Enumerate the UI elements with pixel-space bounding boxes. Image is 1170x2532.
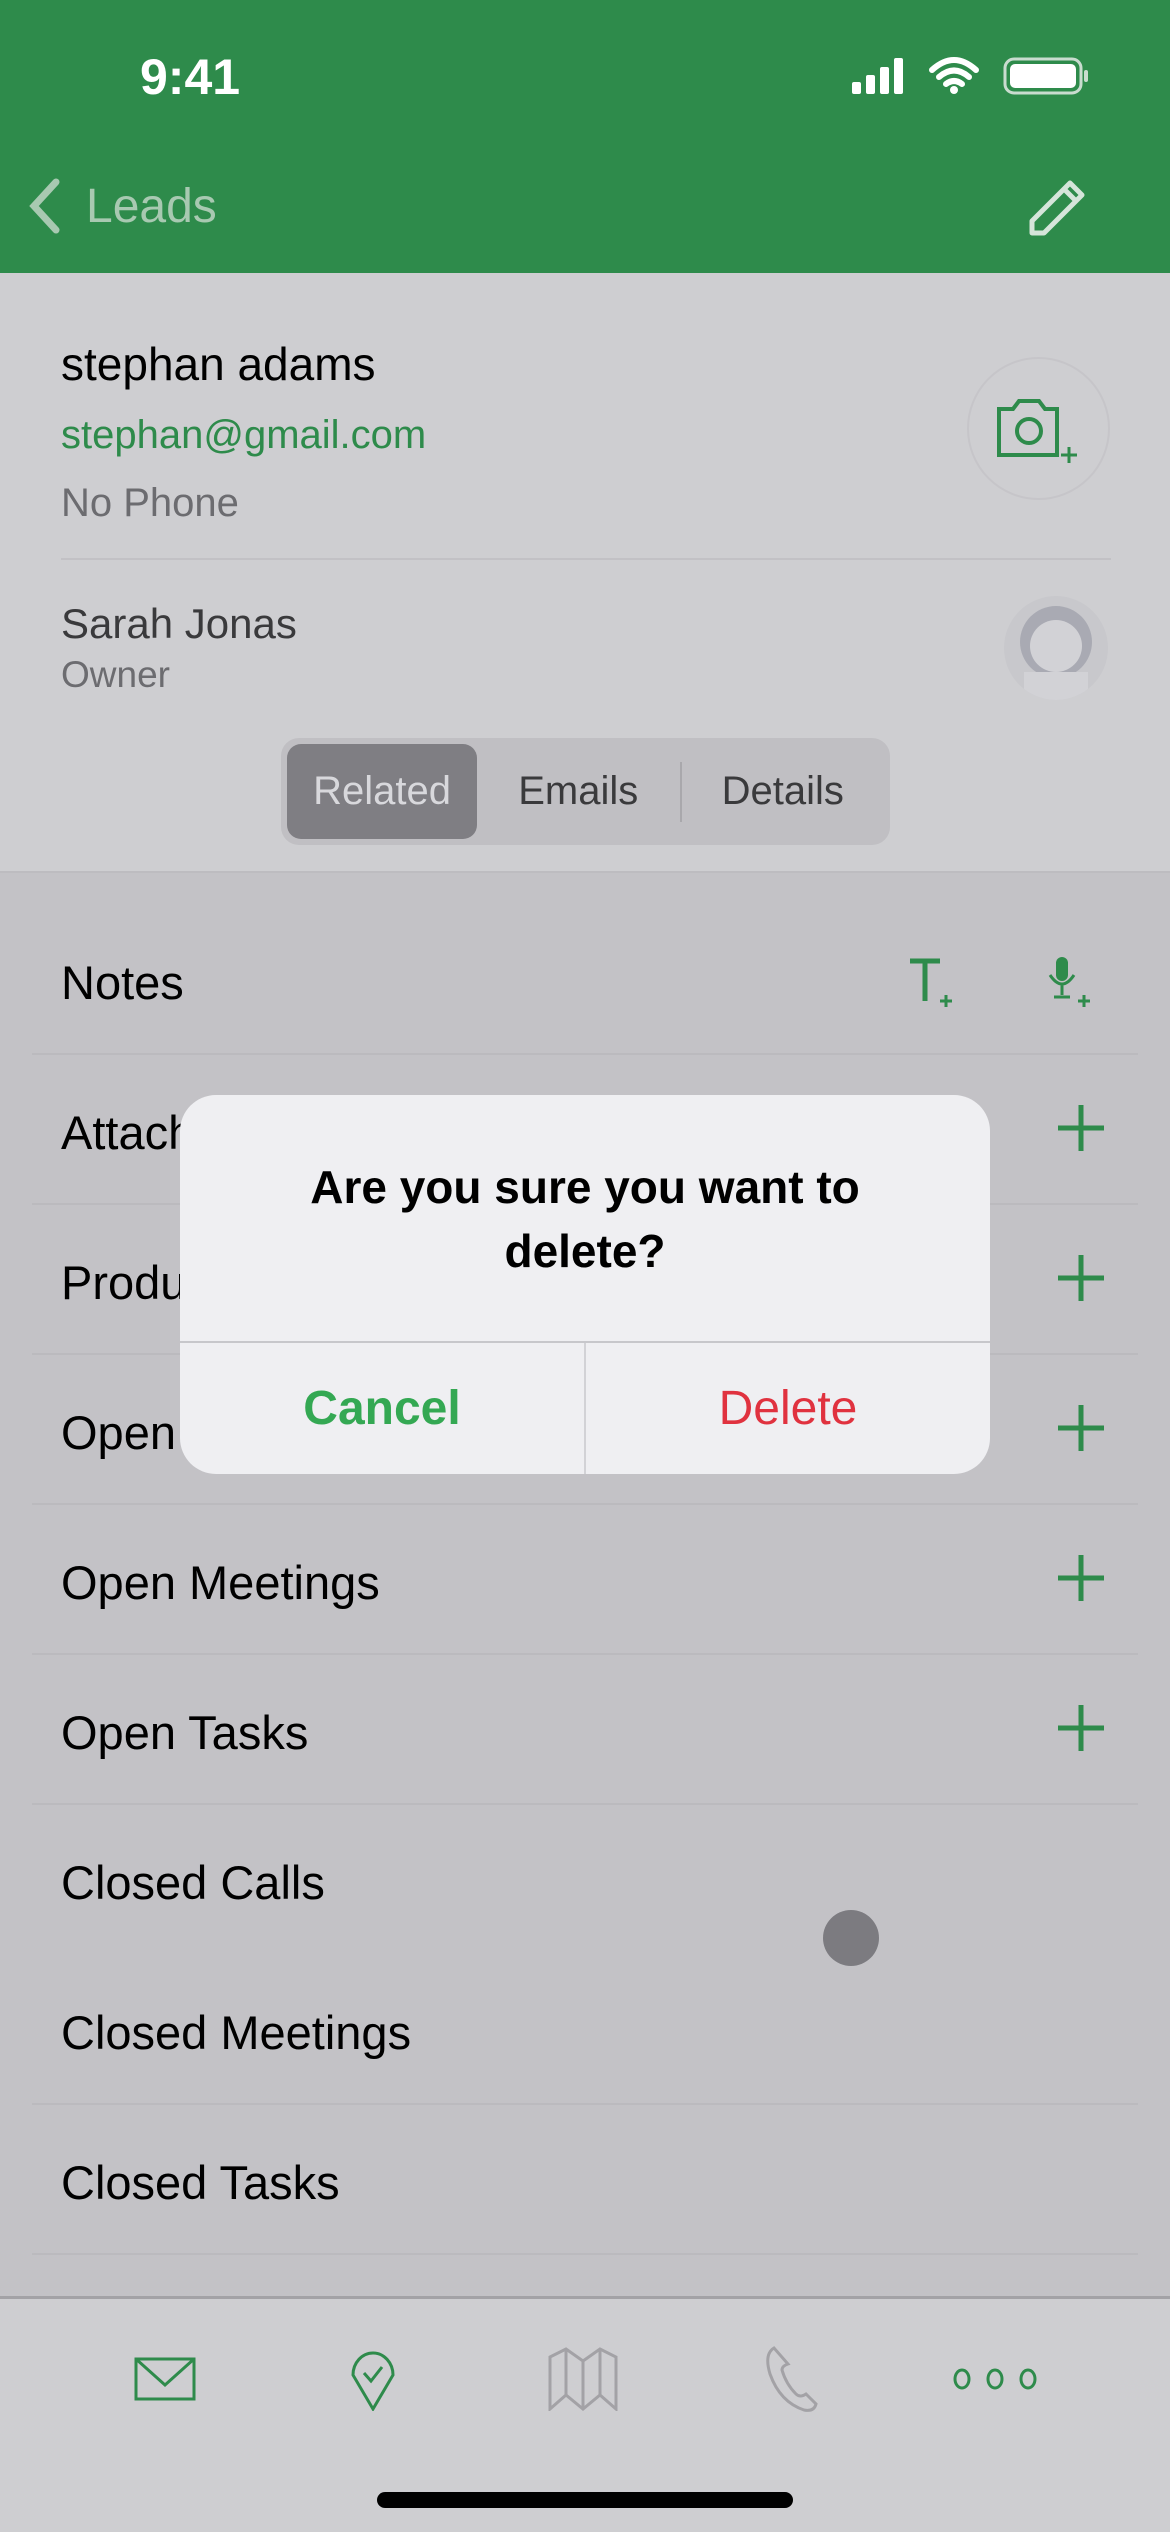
list-item-notes[interactable]: Notes (32, 905, 1138, 1055)
tab-emails[interactable]: Emails (477, 744, 680, 839)
nav-header: 9:41 Leads (0, 0, 1170, 273)
status-time: 9:41 (140, 49, 241, 105)
tab-mail[interactable] (115, 2339, 215, 2419)
delete-button[interactable]: Delete (586, 1343, 990, 1474)
touch-indicator (823, 1910, 879, 1966)
voice-note-icon[interactable] (1046, 955, 1096, 1009)
checkin-icon (351, 2351, 395, 2411)
more-icon (953, 2368, 1037, 2390)
plus-icon[interactable] (1056, 1103, 1106, 1153)
dialog-title: Are you sure you want to delete? (310, 1161, 860, 1277)
cancel-button[interactable]: Cancel (180, 1343, 584, 1474)
list-item-label: Notes (61, 956, 184, 1009)
tab-map[interactable] (533, 2339, 633, 2419)
contact-card: stephan adams stephan@gmail.com No Phone… (0, 273, 1170, 873)
delete-confirm-dialog: Are you sure you want to delete? Cancel … (180, 1095, 990, 1474)
list-item-label: Closed Tasks (61, 2156, 340, 2209)
back-label: Leads (86, 179, 217, 233)
list-item-open-tasks[interactable]: Open Tasks (32, 1655, 1138, 1805)
owner-role: Owner (61, 654, 170, 695)
phone-icon (766, 2346, 818, 2412)
mail-icon (134, 2357, 196, 2401)
plus-icon[interactable] (1056, 1553, 1106, 1603)
list-item-closed-calls[interactable]: Closed Calls (32, 1805, 1138, 1955)
add-photo-button[interactable] (967, 357, 1110, 500)
tab-related[interactable]: Related (287, 744, 477, 839)
edit-pencil-icon[interactable] (1024, 175, 1090, 241)
status-icons (852, 57, 1088, 95)
map-icon (548, 2347, 618, 2411)
list-item-label: Closed Meetings (61, 2006, 412, 2059)
list-item-label: Open Meetings (61, 1556, 380, 1609)
list-item-open-meetings[interactable]: Open Meetings (32, 1505, 1138, 1655)
person-icon (1020, 606, 1092, 700)
segmented-control: Related Emails Details (281, 738, 890, 845)
plus-icon[interactable] (1056, 1403, 1106, 1453)
tab-checkin[interactable] (323, 2339, 423, 2419)
back-button[interactable]: Leads (22, 176, 217, 236)
divider (61, 558, 1111, 560)
owner-avatar[interactable] (1004, 596, 1108, 700)
list-item-label: Closed Calls (61, 1856, 325, 1909)
tab-more[interactable] (950, 2339, 1040, 2419)
tab-details[interactable]: Details (682, 744, 885, 839)
tab-phone[interactable] (742, 2339, 842, 2419)
camera-plus-icon (997, 399, 1077, 463)
contact-name: stephan adams (61, 338, 376, 390)
list-item-closed-meetings[interactable]: Closed Meetings (32, 1955, 1138, 2105)
text-note-icon[interactable] (908, 955, 958, 1009)
plus-icon[interactable] (1056, 1253, 1106, 1303)
owner-name: Sarah Jonas (61, 600, 297, 647)
home-indicator[interactable] (377, 2492, 793, 2508)
contact-email[interactable]: stephan@gmail.com (61, 413, 426, 458)
list-item-label: Open Tasks (61, 1706, 309, 1759)
chevron-left-icon (29, 178, 60, 234)
plus-icon[interactable] (1056, 1703, 1106, 1753)
contact-phone: No Phone (61, 481, 239, 525)
list-item-closed-tasks[interactable]: Closed Tasks (32, 2105, 1138, 2255)
